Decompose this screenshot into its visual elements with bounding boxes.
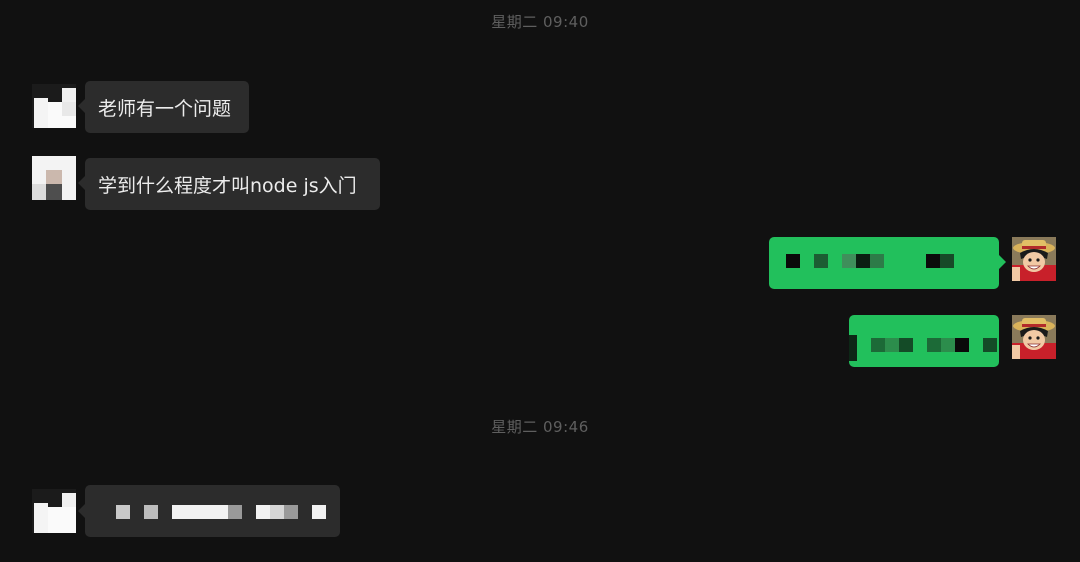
avatar-pixel [34,98,48,128]
redacted-block [940,254,954,268]
redacted-block [284,505,298,519]
redacted-block [926,254,940,268]
redacted-block [849,335,857,361]
avatar-pixel [48,507,76,533]
redacted-block [256,505,270,519]
anime-character-avatar-icon [1012,315,1056,359]
own-avatar[interactable] [1012,315,1056,359]
message-bubble-incoming[interactable] [85,485,340,537]
message-bubble-incoming[interactable]: 学到什么程度才叫node js入门 [85,158,380,210]
avatar-pixel [46,170,62,184]
redacted-block [955,338,969,352]
bubble-tail [78,504,85,518]
redacted-block [270,505,284,519]
redacted-block [842,254,856,268]
avatar-pixel [62,493,76,507]
redacted-block [228,505,242,519]
own-avatar[interactable] [1012,237,1056,281]
anime-character-avatar-icon [1012,237,1056,281]
avatar-pixel [32,184,46,200]
redacted-block [144,505,158,519]
message-text: 老师有一个问题 [98,97,232,120]
redacted-block [983,338,997,352]
redacted-block [312,505,326,519]
redacted-block [885,338,899,352]
redacted-block [116,505,130,519]
message-bubble-outgoing[interactable] [769,237,999,289]
redacted-block [856,254,870,268]
redacted-block [786,254,800,268]
bubble-tail [78,176,85,190]
redacted-block [172,505,228,519]
message-bubble-outgoing[interactable] [849,315,999,367]
avatar-pixel [62,88,76,102]
avatar-pixel [46,184,62,200]
redacted-block [927,338,941,352]
bubble-tail [999,255,1006,269]
contact-avatar[interactable] [32,156,76,200]
timestamp-divider: 星期二 09:40 [491,13,589,31]
contact-avatar[interactable] [32,489,76,533]
redacted-block [871,338,885,352]
timestamp-divider: 星期二 09:46 [491,418,589,436]
redacted-block [814,254,828,268]
redacted-block [870,254,884,268]
redacted-block [941,338,955,352]
redacted-block [899,338,913,352]
contact-avatar[interactable] [32,84,76,128]
avatar-pixel [62,102,76,116]
message-bubble-incoming[interactable]: 老师有一个问题 [85,81,249,133]
message-text: 学到什么程度才叫node js入门 [98,174,357,197]
bubble-tail [78,99,85,113]
avatar-pixel [34,503,48,533]
